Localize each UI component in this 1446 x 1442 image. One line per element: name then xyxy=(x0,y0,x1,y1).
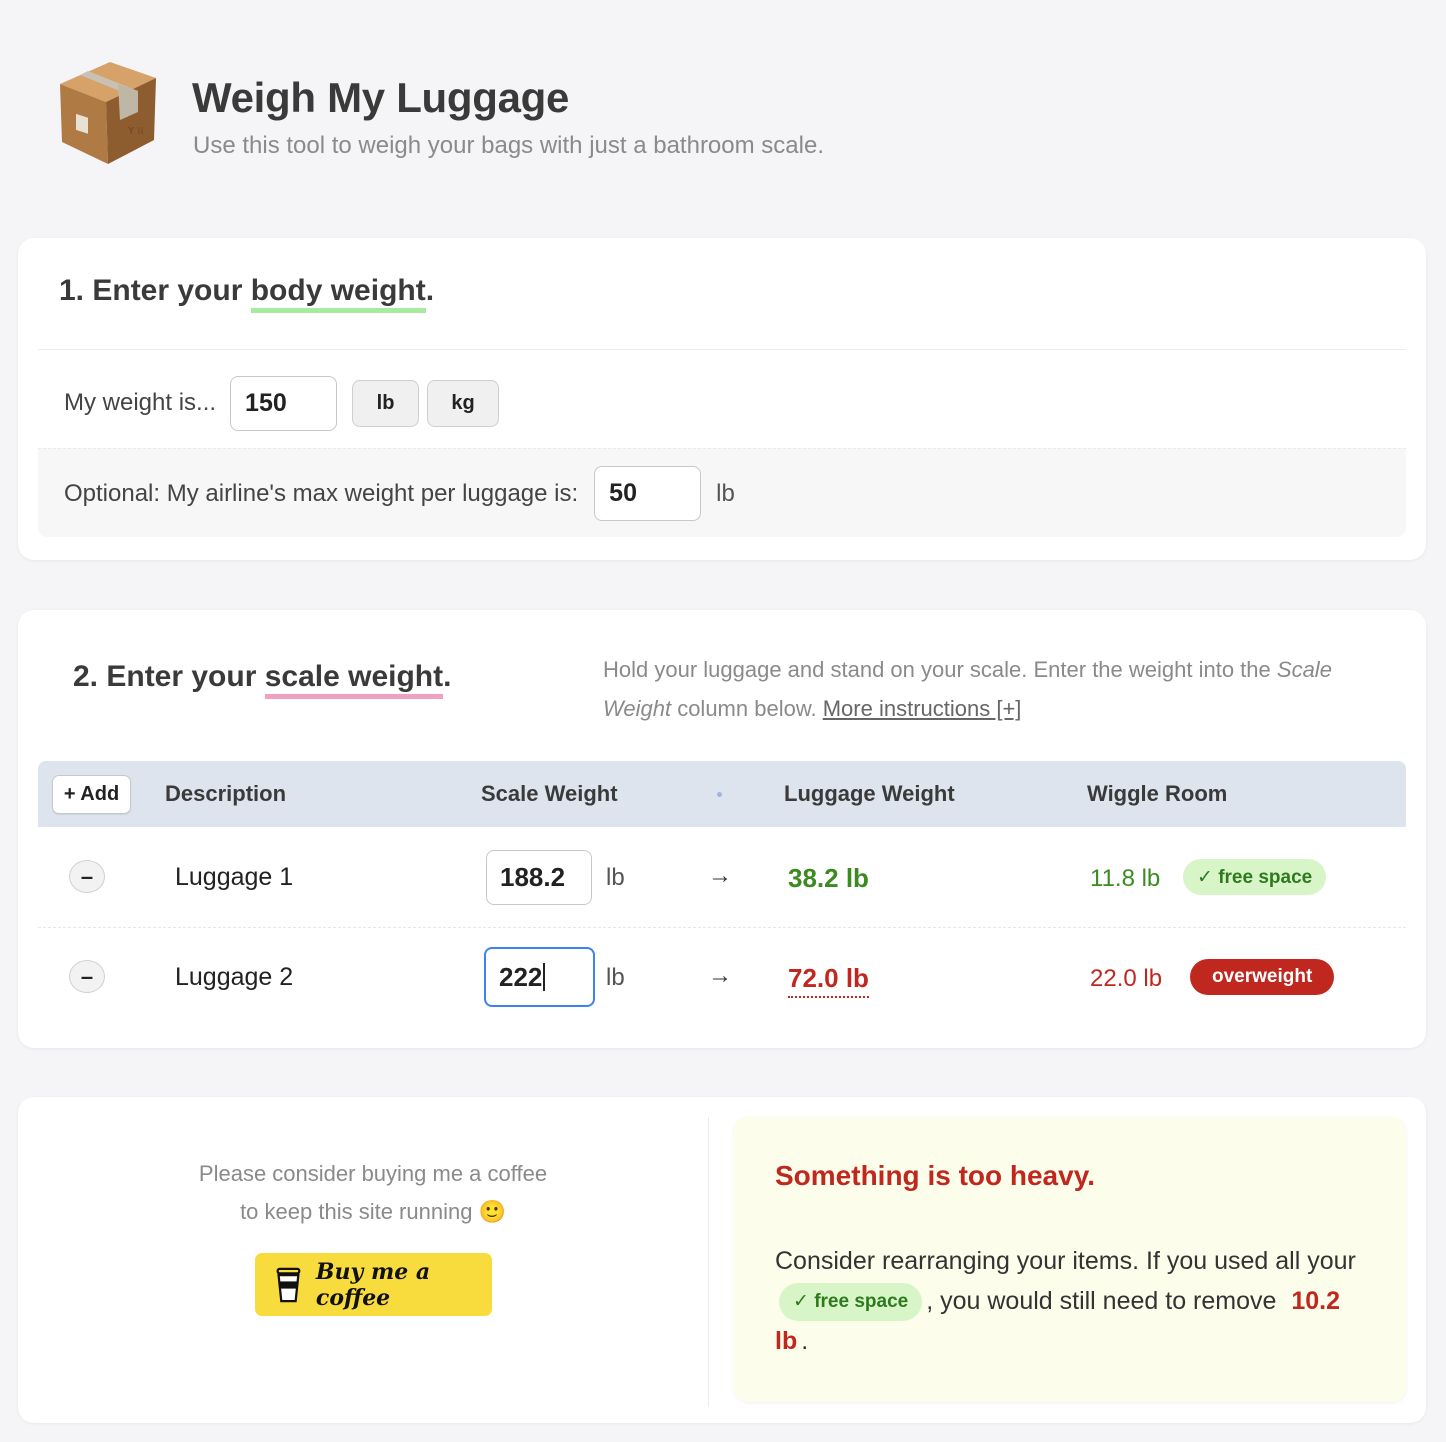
instructions-text: Hold your luggage and stand on your scal… xyxy=(603,657,1332,721)
column-description: Description xyxy=(165,781,287,806)
body-weight-row: My weight is... 150 lb kg xyxy=(64,375,500,431)
table-row: – Luggage 1 188.2 lb → 38.2 lb 11.8 lb ✓… xyxy=(38,828,1406,928)
warning-message: Consider rearranging your items. If you … xyxy=(775,1247,1356,1356)
body-weight-card: 1. Enter your body weight. My weight is.… xyxy=(18,238,1426,560)
column-scale-weight: Scale Weight xyxy=(481,781,618,806)
coffee-button-label: Buy me a coffee xyxy=(315,1258,431,1311)
scale-unit: lb xyxy=(606,864,625,891)
page-subtitle: Use this tool to weigh your bags with ju… xyxy=(193,132,824,159)
step2-heading: 2. Enter your scale weight. xyxy=(73,660,451,699)
luggage-description[interactable]: Luggage 2 xyxy=(175,963,293,992)
max-weight-label: Optional: My airline's max weight per lu… xyxy=(64,479,579,507)
max-weight-input[interactable]: 50 xyxy=(594,466,702,521)
page-header: Y ⁞⁞ Weigh My Luggage Use this tool to w… xyxy=(58,62,1358,172)
weight-label: My weight is... xyxy=(64,389,217,416)
divider xyxy=(708,1117,709,1407)
free-space-badge: ✓ free space xyxy=(779,1283,923,1322)
support-message: Please consider buying me a coffee to ke… xyxy=(198,1161,548,1224)
wiggle-room-value: 22.0 lb xyxy=(1090,965,1163,992)
svg-text:Y ⁞⁞: Y ⁞⁞ xyxy=(127,126,144,137)
column-luggage-weight: Luggage Weight xyxy=(784,781,955,806)
table-row: – Luggage 2 222 lb → 72.0 lb 22.0 lb ove… xyxy=(38,928,1406,1028)
luggage-description[interactable]: Luggage 1 xyxy=(175,863,293,892)
buy-me-a-coffee-button[interactable]: Buy me a coffee xyxy=(255,1253,492,1316)
wiggle-room-value: 11.8 lb xyxy=(1090,865,1161,892)
luggage-weight-value: 72.0 lb xyxy=(788,963,869,998)
divider xyxy=(38,349,1406,350)
overweight-badge: overweight xyxy=(1190,959,1335,995)
add-luggage-button[interactable]: + Add xyxy=(52,775,131,814)
page-title: Weigh My Luggage xyxy=(192,74,570,121)
unit-lb-button[interactable]: lb xyxy=(352,379,420,427)
step1-heading: 1. Enter your body weight. xyxy=(59,274,434,313)
luggage-weight-value: 38.2 lb xyxy=(788,863,869,893)
summary-card: Please consider buying me a coffee to ke… xyxy=(18,1097,1426,1423)
max-weight-panel: Optional: My airline's max weight per lu… xyxy=(38,448,1406,537)
max-weight-row: Optional: My airline's max weight per lu… xyxy=(64,466,735,521)
more-instructions-link[interactable]: More instructions [+] xyxy=(823,696,1022,721)
remove-row-button[interactable]: – xyxy=(69,860,105,893)
unit-kg-button[interactable]: kg xyxy=(427,379,500,427)
column-separator-dot xyxy=(717,792,722,797)
remove-row-button[interactable]: – xyxy=(69,960,105,993)
scale-weight-input[interactable]: 188.2 xyxy=(486,850,592,905)
body-weight-input[interactable]: 150 xyxy=(230,375,338,431)
step1-highlight: body weight xyxy=(250,274,426,313)
scale-weight-card: 2. Enter your scale weight. Hold your lu… xyxy=(18,610,1426,1048)
package-icon: Y ⁞⁞ xyxy=(60,62,156,164)
table-header: + Add Description Scale Weight Luggage W… xyxy=(38,761,1406,827)
arrow-right-icon: → xyxy=(708,862,732,889)
column-wiggle-room: Wiggle Room xyxy=(1087,781,1228,806)
free-space-badge: ✓ free space xyxy=(1183,859,1327,895)
scale-unit: lb xyxy=(606,964,625,991)
arrow-right-icon: → xyxy=(708,962,732,989)
warning-panel: Something is too heavy. Consider rearran… xyxy=(734,1117,1406,1402)
text-cursor xyxy=(543,963,546,991)
step2-highlight: scale weight xyxy=(264,660,444,699)
warning-title: Something is too heavy. xyxy=(775,1160,1095,1191)
coffee-cup-icon xyxy=(276,1267,301,1302)
max-weight-unit: lb xyxy=(716,479,735,507)
scale-weight-input[interactable]: 222 xyxy=(484,947,595,1007)
